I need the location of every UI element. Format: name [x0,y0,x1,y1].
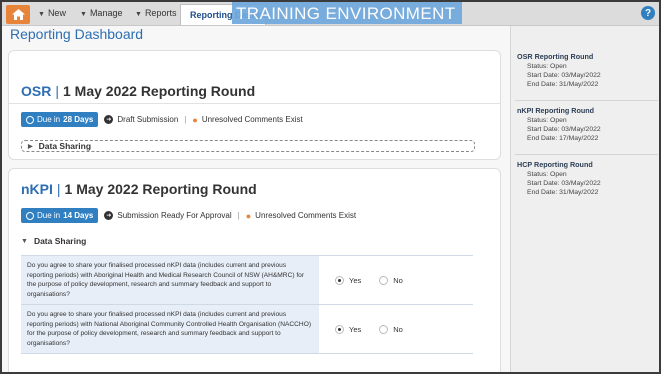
due-badge: Due in 14 Days [21,208,99,223]
no-option[interactable]: No [379,324,403,334]
answer-options: Yes No [319,256,473,304]
app-window: ▼New ▼Manage ▼Reports Reporting Dashboar… [0,0,661,374]
question-text: Do you agree to share your finalised pro… [21,256,319,304]
question-row: Do you agree to share your finalised pro… [21,256,473,305]
nkpi-round-card: nKPI | 1 May 2022 Reporting Round Due in 14… [8,168,501,372]
round-summary-nkpi: nKPI Reporting Round Status: Open Start … [517,106,601,142]
chevron-down-icon: ▼ [21,237,28,245]
osr-data-sharing-accordion[interactable]: ▶ Data Sharing [21,140,475,152]
clock-icon [26,211,34,220]
submission-status: Submission Ready For Approval [117,211,232,220]
comment-icon: ● [192,114,198,125]
comments-status: Unresolved Comments Exist [255,211,357,220]
page-title: Reporting Dashboard [10,26,144,42]
no-radio[interactable] [379,275,389,285]
chevron-right-icon: ▶ [28,143,33,150]
yes-radio[interactable] [335,275,344,285]
round-summary-osr: OSR Reporting Round Status: Open Start D… [517,52,601,88]
nav-menu-new[interactable]: ▼ New [38,8,66,18]
no-option[interactable]: No [379,275,403,285]
home-icon [11,9,25,20]
caret-down-icon: ▼ [80,11,87,18]
nkpi-status-row: Due in 14 Days ➜ Submission Ready For App… [21,208,356,223]
comment-icon: ● [245,210,252,221]
answer-options: Yes No [319,305,473,353]
question-row: Do you agree to share your finalised pro… [21,305,473,354]
comments-status: Unresolved Comments Exist [201,115,303,124]
status-arrow-icon: ➜ [104,115,114,124]
home-button[interactable] [6,5,30,24]
nav-menu-reports[interactable]: ▼ Reports [135,8,176,18]
yes-radio[interactable] [335,324,344,334]
top-navigation-bar: ▼New ▼Manage ▼Reports Reporting Dashboar… [2,2,659,26]
status-arrow-icon: ➜ [104,211,114,220]
nkpi-data-sharing-accordion[interactable]: ▼ Data Sharing [21,236,86,246]
osr-status-row: Due in 28 Days ➜ Draft Submission | ● Unr… [21,112,303,127]
data-sharing-questions: Do you agree to share your finalised pro… [21,255,473,354]
yes-option[interactable]: Yes [335,324,361,334]
submission-status: Draft Submission [117,115,179,124]
help-icon[interactable]: ? [641,6,655,20]
clock-icon [26,115,34,124]
yes-option[interactable]: Yes [335,275,361,285]
caret-down-icon: ▼ [135,11,142,18]
no-radio[interactable] [379,324,389,334]
osr-round-card: OSR | 1 May 2022 Reporting Round Due in 28 … [8,50,501,160]
round-summary-hcp: HCP Reporting Round Status: Open Start D… [517,160,601,196]
nav-menu-manage[interactable]: ▼ Manage [80,8,122,18]
question-text: Do you agree to share your finalised pro… [21,305,319,353]
caret-down-icon: ▼ [38,11,45,18]
training-environment-banner: TRAINING ENVIRONMENT [232,2,462,24]
nkpi-card-title: nKPI | 1 May 2022 Reporting Round [21,181,257,197]
reporting-rounds-panel: OSR Reporting Round Status: Open Start D… [510,26,659,372]
due-badge: Due in 28 Days [21,112,99,127]
osr-card-title: OSR | 1 May 2022 Reporting Round [21,83,256,99]
